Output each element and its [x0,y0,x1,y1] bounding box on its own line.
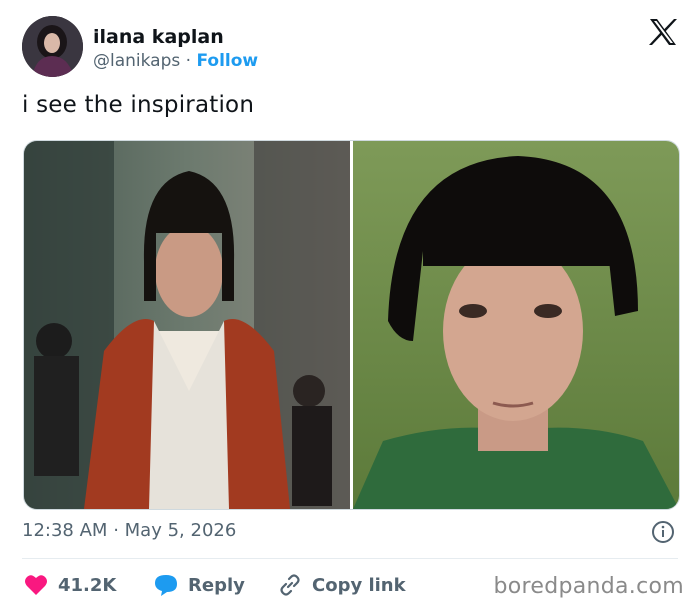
like-button[interactable]: 41.2K [24,570,116,600]
reply-button[interactable]: Reply [154,570,245,600]
author-name[interactable]: ilana kaplan [93,26,224,48]
like-count: 41.2K [58,574,117,596]
tweet-media[interactable] [23,140,680,510]
watermark: boredpanda.com [493,574,684,599]
avatar[interactable] [22,16,83,77]
separator: · [185,51,192,71]
link-icon [280,574,300,596]
tweet-header: ilana kaplan @lanikaps · Follow [22,16,682,78]
reply-label: Reply [188,574,245,596]
author-handle-row: @lanikaps · Follow [93,51,258,71]
tweet-timestamp[interactable]: 12:38 AM · May 5, 2026 [22,520,236,541]
tweet-text: i see the inspiration [22,92,255,118]
follow-button[interactable]: Follow [196,51,258,71]
info-icon[interactable] [651,520,675,544]
heart-icon [25,575,47,595]
tweet-date: May 5, 2026 [124,520,237,541]
copy-link-label: Copy link [312,574,406,596]
photo-right[interactable] [353,141,679,509]
author-handle[interactable]: @lanikaps [93,51,180,71]
reply-bubble-icon [155,575,177,596]
copy-link-button[interactable]: Copy link [278,570,406,600]
divider [22,558,678,559]
tweet-time: 12:38 AM [22,520,108,541]
photo-left[interactable] [24,141,350,509]
timestamp-separator: · [113,520,119,541]
x-logo-icon[interactable] [648,18,678,46]
